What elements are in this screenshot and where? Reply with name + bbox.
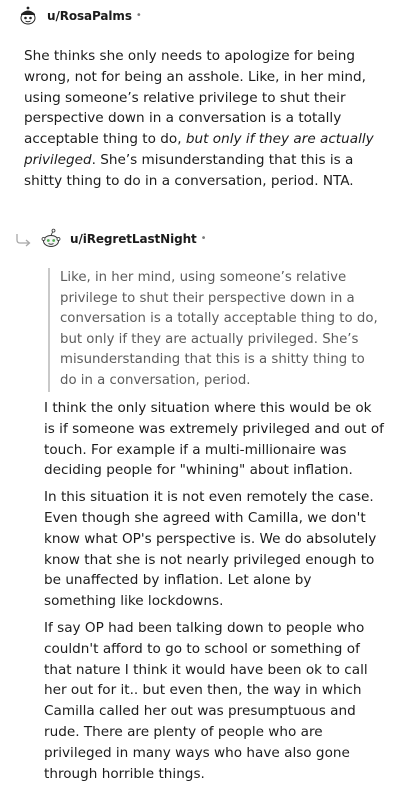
username[interactable]: u/iRegretLastNight [70, 232, 197, 246]
username[interactable]: u/RosaPalms [47, 9, 132, 23]
comment-header: u/iRegretLastNight • [40, 228, 207, 250]
comment-paragraph: In this situation it is not even remotel… [44, 489, 377, 610]
comment-header: u/RosaPalms • [17, 5, 142, 27]
comment-body: She thinks she only needs to apologize f… [24, 46, 390, 192]
avatar[interactable] [17, 5, 39, 27]
snoo-avatar-icon [40, 228, 62, 250]
separator-dot: • [200, 233, 207, 244]
comment-paragraph: I think the only situation where this wo… [44, 400, 384, 479]
blockquote: Like, in her mind, using someone’s relat… [48, 268, 378, 392]
reply-arrow-icon [14, 232, 34, 252]
comment-paragraph: If say OP had been talking down to peopl… [44, 619, 368, 782]
separator-dot: • [135, 10, 142, 21]
comment-body: I think the only situation where this wo… [44, 398, 384, 790]
snoo-avatar-icon [17, 5, 39, 27]
avatar[interactable] [40, 228, 62, 250]
